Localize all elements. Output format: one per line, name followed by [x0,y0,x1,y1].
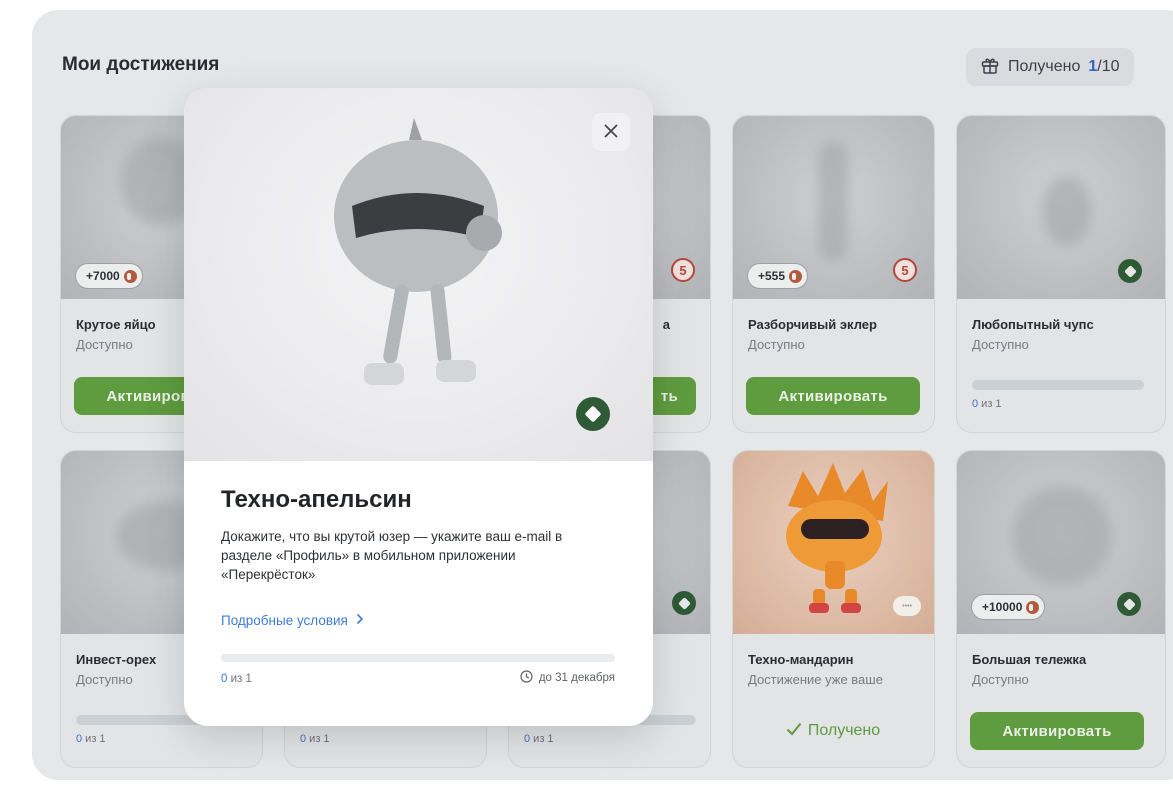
brand-badge-icon: •••• [893,596,921,616]
counter-label: Получено [1008,58,1081,75]
achievement-card[interactable]: +10000 Большая тележка Доступно Активиро… [956,450,1166,768]
received-counter: Получено 1/10 [966,48,1134,86]
progress-count: 0 из 1 [972,398,1002,410]
achievement-name: Разборчивый эклер [748,317,877,332]
received-status: Получено [746,712,920,750]
achievement-card[interactable]: Любопытный чупс Доступно 0 из 1 [956,115,1166,433]
progress-count: 0 из 1 [300,733,330,745]
store-badge-icon [672,591,696,615]
achievement-card[interactable]: •••• Техно-мандарин Достижение уже ваше … [732,450,935,768]
modal-progress-bar [221,654,615,662]
terms-link-label: Подробные условия [221,613,348,628]
deadline-label: до 31 декабря [538,672,615,684]
progress-count: 0 из 1 [524,733,554,745]
counter-done: 1 [1088,58,1098,75]
achievement-status: Доступно [972,337,1029,352]
close-button[interactable] [592,113,630,151]
page-title: Мои достижения [62,54,220,75]
store-badge-icon [1117,592,1141,616]
received-label: Получено [807,722,881,739]
achievement-name: a [662,317,670,332]
points-badge: +7000 [75,263,143,289]
achievement-name: Техно-мандарин [748,652,854,667]
store-badge-icon: 5 [671,258,695,282]
activate-button[interactable]: Активировать [970,712,1144,750]
coin-icon [123,269,137,283]
checkmark-icon [786,722,802,741]
gift-icon [980,55,1000,80]
modal-progress-count: 0 из 1 [221,673,252,685]
modal-description: Докажите, что вы крутой юзер — укажите в… [221,529,563,582]
modal-title: Техно-апельсин [221,486,412,513]
terms-link[interactable]: Подробные условия [221,613,364,628]
achievement-status: Доступно [972,672,1029,687]
store-badge-icon: 5 [893,258,917,282]
clock-icon [520,670,533,686]
progress-count: 0 из 1 [76,733,106,745]
counter-total: /10 [1097,58,1120,75]
activate-button[interactable]: Активировать [746,377,920,415]
achievement-status: Достижение уже ваше [748,672,883,687]
achievement-status: Доступно [76,672,133,687]
achievement-status: Доступно [748,337,805,352]
progress-bar [972,380,1144,390]
points-badge: +555 [747,263,809,289]
points-badge: +10000 [971,594,1046,620]
store-badge-icon [1118,259,1142,283]
coin-icon [1026,600,1040,614]
achievement-name: Большая тележка [972,652,1087,667]
achievement-hero-image [184,88,653,461]
achievement-name: Крутое яйцо [76,317,156,332]
achievement-name: Инвест-орех [76,652,157,667]
store-badge-icon [576,397,610,431]
achievement-status: Доступно [76,337,133,352]
close-icon [604,121,618,144]
achievement-card[interactable]: +555 5 Разборчивый эклер Доступно Активи… [732,115,935,433]
achievement-name: Любопытный чупс [972,317,1094,332]
coin-icon [789,269,803,283]
deadline: до 31 декабря [520,670,615,686]
achievement-modal: Техно-апельсин Докажите, что вы крутой ю… [184,88,653,726]
chevron-right-icon [356,613,364,628]
